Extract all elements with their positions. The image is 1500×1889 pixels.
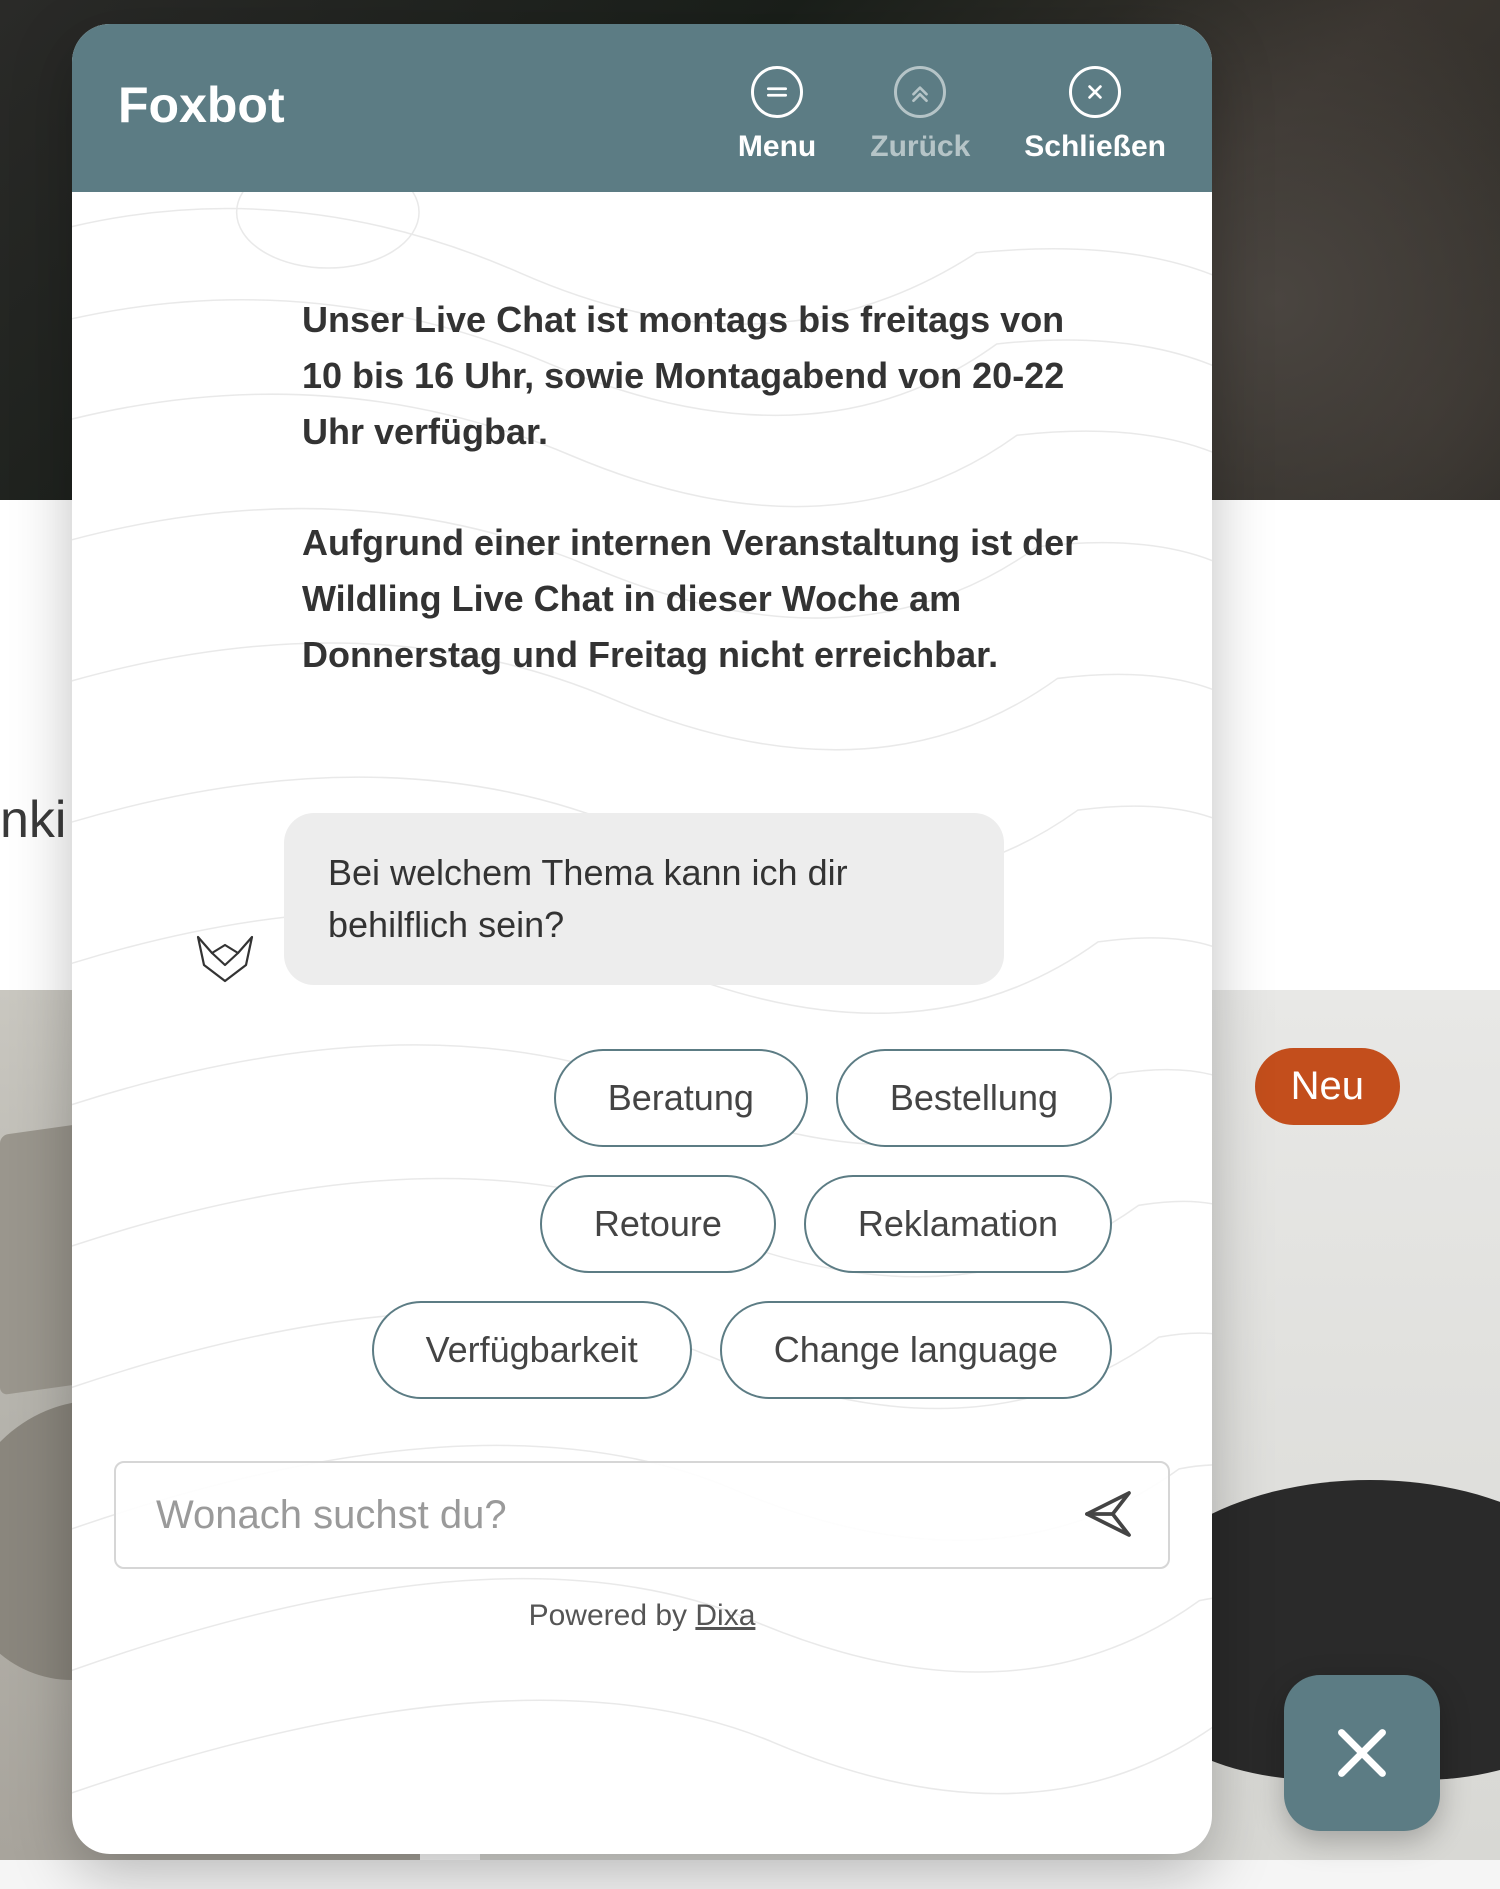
close-circle-icon	[1069, 66, 1121, 118]
quick-reply-reklamation[interactable]: Reklamation	[804, 1175, 1112, 1273]
chat-header: Foxbot Menu Zurück	[72, 24, 1212, 192]
quick-reply-bestellung[interactable]: Bestellung	[836, 1049, 1112, 1147]
chat-body: Unser Live Chat ist montags bis freitags…	[72, 192, 1212, 1854]
quick-reply-verfuegbarkeit[interactable]: Verfügbarkeit	[372, 1301, 692, 1399]
quick-reply-beratung[interactable]: Beratung	[554, 1049, 808, 1147]
quick-reply-change-language[interactable]: Change language	[720, 1301, 1112, 1399]
chat-widget: Foxbot Menu Zurück	[72, 24, 1212, 1854]
quick-replies: Beratung Bestellung Retoure Reklamation …	[132, 1049, 1152, 1399]
back-label: Zurück	[870, 130, 970, 164]
menu-icon	[751, 66, 803, 118]
chat-fab-close[interactable]	[1284, 1675, 1440, 1831]
bot-message-row: Bei welchem Thema kann ich dir behilflic…	[192, 813, 1152, 985]
chat-input[interactable]	[156, 1493, 1078, 1538]
header-actions: Menu Zurück Schließen	[738, 66, 1166, 164]
partial-heading: nki	[0, 790, 66, 850]
info-paragraph-2: Aufgrund einer internen Veranstaltung is…	[302, 515, 1112, 682]
chat-content: Unser Live Chat ist montags bis freitags…	[72, 192, 1212, 1399]
back-button: Zurück	[870, 66, 970, 164]
send-icon	[1080, 1486, 1136, 1542]
powered-prefix: Powered by	[529, 1599, 696, 1632]
quick-reply-retoure[interactable]: Retoure	[540, 1175, 776, 1273]
info-paragraph-1: Unser Live Chat ist montags bis freitags…	[302, 292, 1112, 459]
close-label: Schließen	[1024, 130, 1166, 164]
chevron-up-double-icon	[894, 66, 946, 118]
bot-message-bubble: Bei welchem Thema kann ich dir behilflic…	[284, 813, 1004, 985]
powered-link[interactable]: Dixa	[695, 1599, 755, 1632]
fox-logo-icon	[192, 929, 258, 985]
new-badge: Neu	[1255, 1048, 1400, 1125]
chat-input-row	[114, 1461, 1170, 1569]
close-icon	[1327, 1718, 1397, 1788]
menu-button[interactable]: Menu	[738, 66, 816, 164]
send-button[interactable]	[1078, 1485, 1138, 1545]
close-button[interactable]: Schließen	[1024, 66, 1166, 164]
menu-label: Menu	[738, 130, 816, 164]
powered-by: Powered by Dixa	[72, 1569, 1212, 1669]
chat-title: Foxbot	[118, 76, 285, 134]
info-message: Unser Live Chat ist montags bis freitags…	[302, 292, 1112, 683]
